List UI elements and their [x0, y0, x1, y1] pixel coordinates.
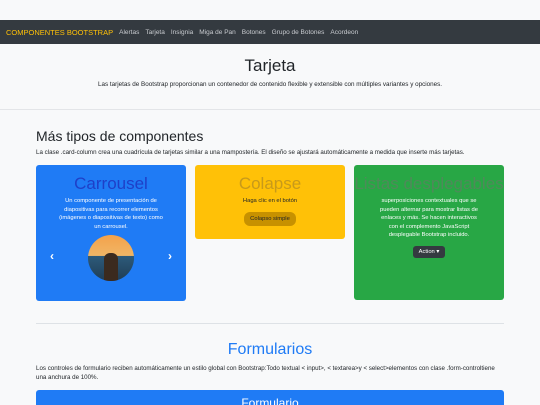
dropdown-card: Listas desplegables superposiciones cont… [354, 165, 504, 300]
section-divider [36, 323, 504, 324]
page-subtitle: Las tarjetas de Bootstrap proporcionan u… [97, 81, 443, 88]
navbar: COMPONENTES BOOTSTRAP Alertas Tarjeta In… [0, 20, 540, 44]
section-title: Más tipos de componentes [36, 128, 204, 144]
forms-title: Formularios [227, 341, 313, 358]
carousel-image [88, 235, 134, 281]
action-dropdown-button[interactable]: Action ▾ [412, 245, 446, 258]
carousel-next-icon[interactable]: › [168, 249, 172, 263]
carousel-card-title: Carrousel [74, 174, 148, 193]
carousel-prev-icon[interactable]: ‹ [50, 249, 54, 263]
navbar-brand[interactable]: COMPONENTES BOOTSTRAP [6, 28, 113, 37]
forms-card-title: Formulario [241, 396, 299, 405]
collapse-card-text: Haga clic en el botón [242, 198, 298, 204]
collapse-simple-button[interactable]: Colapso simple [244, 211, 296, 226]
page-title: Tarjeta [244, 56, 296, 75]
collapse-card: Colapse Haga clic en el botón Colapso si… [195, 165, 345, 239]
nav-link-alertas[interactable]: Alertas [119, 29, 139, 36]
dropdown-card-title: Listas desplegables [354, 174, 504, 193]
section-description: La clase .card-column crea una cuadrícul… [36, 149, 465, 156]
nav-link-insignia[interactable]: Insignia [171, 29, 193, 36]
carousel: ‹ › [36, 235, 186, 283]
nav-link-botones[interactable]: Botones [242, 29, 266, 36]
carousel-card-text: Un componente de presentación de diaposi… [59, 198, 163, 230]
carousel-card: Carrousel Un componente de presentación … [36, 165, 186, 301]
hero-section: Tarjeta Las tarjetas de Bootstrap propor… [0, 44, 540, 110]
nav-link-tarjeta[interactable]: Tarjeta [145, 29, 165, 36]
forms-card: Formulario [36, 390, 504, 405]
forms-description: Los controles de formulario reciben auto… [36, 365, 495, 381]
nav-link-grupo-de-botones[interactable]: Grupo de Botones [272, 29, 325, 36]
collapse-card-title: Colapse [238, 174, 302, 193]
dropdown-card-text: superposiciones contextuales que se pued… [380, 198, 478, 238]
nav-link-acordeon[interactable]: Acordeon [330, 29, 358, 36]
nav-link-miga-de-pan[interactable]: Miga de Pan [199, 29, 236, 36]
